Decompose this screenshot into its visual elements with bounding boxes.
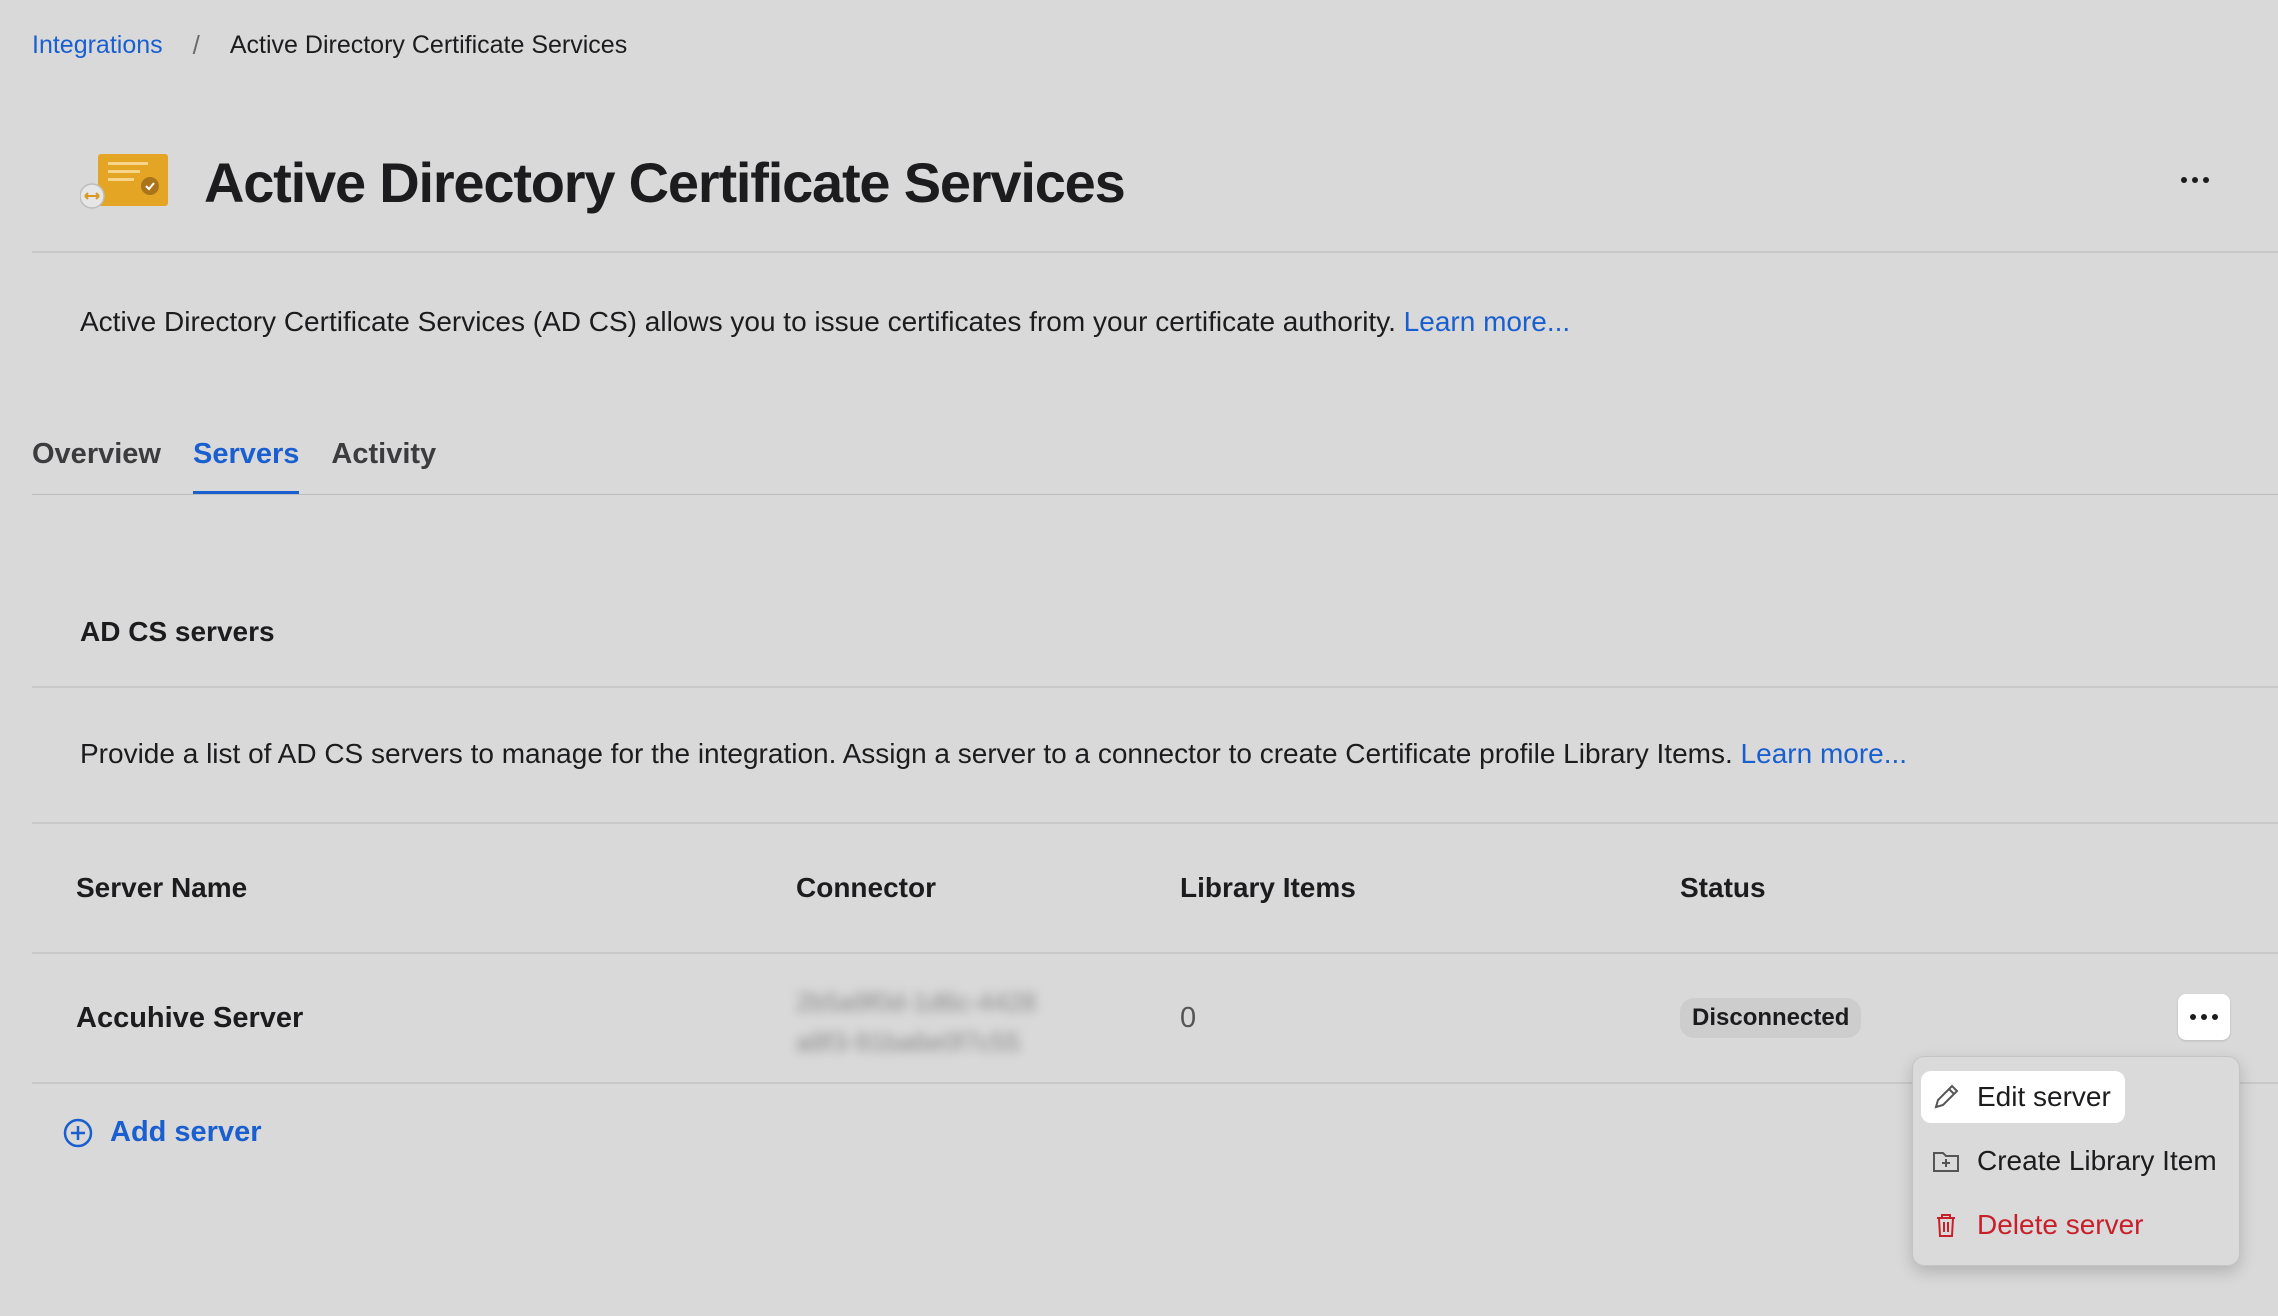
section-desc-divider [32,822,2278,824]
row-actions-button[interactable] [2178,994,2230,1040]
page: Integrations / Active Directory Certific… [0,0,2278,1316]
tab-overview[interactable]: Overview [32,438,161,494]
column-header-status: Status [1680,872,1766,903]
more-horizontal-icon [2181,177,2209,183]
tab-servers[interactable]: Servers [192,438,300,494]
breadcrumb-separator: / [192,30,200,60]
tab-bar: Overview Servers Activity [32,438,436,494]
breadcrumb-current: Active Directory Certificate Services [229,31,628,59]
server-name-cell: Accuhive Server [76,1002,304,1034]
tab-divider [32,494,2278,495]
menu-item-create-library-item[interactable]: Create Library Item [1921,1135,2231,1187]
column-header-server-name: Server Name [76,872,248,903]
pencil-icon [1934,1084,1959,1109]
column-header-library-items: Library Items [1180,872,1356,903]
page-title: Active Directory Certificate Services [204,151,1126,214]
integration-description: Active Directory Certificate Services (A… [80,306,1570,338]
menu-item-delete-server-label: Delete server [1977,1209,2144,1240]
library-items-cell: 0 [1180,1002,1197,1034]
header-divider [32,251,2278,253]
add-server-label: Add server [110,1116,262,1148]
more-horizontal-icon [2190,1014,2218,1020]
column-header-connector: Connector [796,872,936,903]
connector-cell-blurred: 2b5a9f0d-1d6c-4428 a8f3-91ba6e0f7c55 [796,982,1036,1062]
menu-item-edit-server-label: Edit server [1977,1081,2111,1112]
folder-plus-icon [1933,1152,1959,1172]
servers-section-description: Provide a list of AD CS servers to manag… [80,738,1907,770]
table-header-divider [32,952,2278,954]
header-more-button[interactable] [2170,162,2220,198]
breadcrumb: Integrations / Active Directory Certific… [32,30,627,61]
trash-icon [1937,1214,1955,1237]
connector-line-1: 2b5a9f0d-1d6c-4428 [796,987,1036,1017]
breadcrumb-integrations-link[interactable]: Integrations [32,31,163,60]
certificate-integration-icon [79,148,172,224]
menu-item-edit-server[interactable]: Edit server [1921,1071,2125,1123]
menu-item-create-library-item-label: Create Library Item [1977,1145,2217,1176]
tab-activity[interactable]: Activity [331,438,436,494]
row-actions-menu: Edit server Create Library Item Delete s… [1912,1056,2240,1266]
integration-learn-more-link[interactable]: Learn more... [1404,306,1571,337]
connector-line-2: a8f3-91ba6e0f7c55 [796,1027,1021,1057]
plus-circle-icon [63,1118,93,1147]
add-server-button[interactable]: Add server [62,1116,262,1149]
servers-section-description-text: Provide a list of AD CS servers to manag… [80,738,1733,769]
status-badge: Disconnected [1680,998,1862,1038]
menu-item-delete-server[interactable]: Delete server [1921,1199,2158,1251]
integration-description-text: Active Directory Certificate Services (A… [80,306,1396,337]
servers-section-title: AD CS servers [80,616,275,647]
section-title-divider [32,686,2278,688]
servers-learn-more-link[interactable]: Learn more... [1741,738,1908,769]
